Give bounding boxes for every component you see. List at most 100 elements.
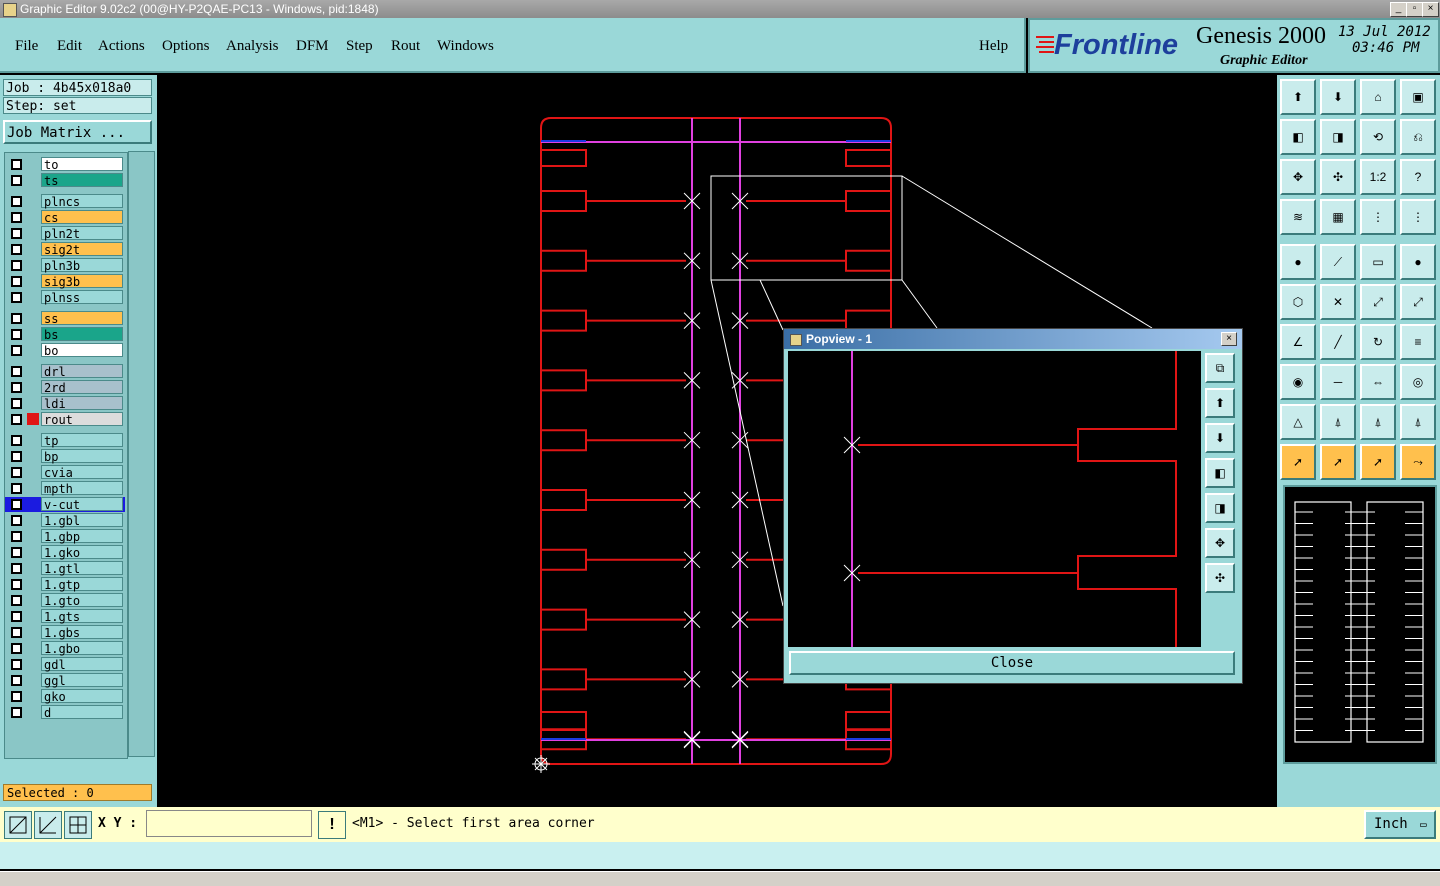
layer-name[interactable]: plnss [41, 290, 123, 305]
layer-checkbox[interactable] [11, 366, 22, 377]
overview-map[interactable] [1283, 485, 1437, 764]
warning-icon[interactable]: ! [318, 811, 346, 839]
layer-checkbox[interactable] [11, 260, 22, 271]
maximize-button[interactable]: ▫ [1406, 2, 1423, 17]
layer-name[interactable]: d [41, 705, 123, 720]
layer-name[interactable]: gdl [41, 657, 123, 672]
layer-row[interactable]: ldi [5, 396, 125, 411]
layer-list-scrollbar[interactable] [128, 151, 155, 757]
tool-button-0-1-icon[interactable]: ⬇ [1320, 79, 1356, 115]
menu-file[interactable]: File [15, 38, 38, 55]
close-window-button[interactable]: × [1422, 2, 1439, 17]
layer-name[interactable]: 1.gts [41, 609, 123, 624]
layer-checkbox[interactable] [11, 499, 22, 510]
layer-name[interactable]: ldi [41, 396, 123, 411]
tool-button-8-0-icon[interactable]: △ [1280, 404, 1316, 440]
layer-row[interactable]: 2rd [5, 380, 125, 395]
layer-name[interactable]: plncs [41, 194, 123, 209]
layer-row[interactable]: cs [5, 210, 125, 225]
layer-checkbox[interactable] [11, 345, 22, 356]
layer-checkbox[interactable] [11, 579, 22, 590]
layer-name[interactable]: 1.gko [41, 545, 123, 560]
layer-checkbox[interactable] [11, 244, 22, 255]
menu-edit[interactable]: Edit [57, 38, 82, 55]
tool-button-2-3-icon[interactable]: ? [1400, 159, 1436, 195]
layer-checkbox[interactable] [11, 228, 22, 239]
layer-checkbox[interactable] [11, 435, 22, 446]
tool-button-1-2-icon[interactable]: ⟲ [1360, 119, 1396, 155]
popview-tool-2-icon[interactable]: ⬇ [1205, 423, 1235, 453]
tool-button-7-3-icon[interactable]: ◎ [1400, 364, 1436, 400]
layer-checkbox[interactable] [11, 547, 22, 558]
tool-button-7-2-icon[interactable]: ⇔ [1360, 364, 1396, 400]
layer-checkbox[interactable] [11, 611, 22, 622]
layer-name[interactable]: gko [41, 689, 123, 704]
layer-name[interactable]: bo [41, 343, 123, 358]
layer-name[interactable]: rout [41, 412, 123, 427]
tool-button-1-1-icon[interactable]: ◨ [1320, 119, 1356, 155]
tool-button-8-2-icon[interactable]: ⍋ [1360, 404, 1396, 440]
tool-button-4-2-icon[interactable]: ▭ [1360, 244, 1396, 280]
menu-dfm[interactable]: DFM [296, 38, 329, 55]
layer-checkbox[interactable] [11, 212, 22, 223]
layer-row[interactable]: bo [5, 343, 125, 358]
tool-button-5-1-icon[interactable]: ✕ [1320, 284, 1356, 320]
tool-button-0-2-icon[interactable]: ⌂ [1360, 79, 1396, 115]
tool-button-6-1-icon[interactable]: ╱ [1320, 324, 1356, 360]
layer-name[interactable]: 1.gbo [41, 641, 123, 656]
layer-checkbox[interactable] [11, 292, 22, 303]
tool-button-9-3-icon[interactable]: ⤳ [1400, 444, 1436, 480]
layer-row[interactable]: ts [5, 173, 125, 188]
tool-button-1-3-icon[interactable]: ⎌ [1400, 119, 1436, 155]
layer-row[interactable]: gko [5, 689, 125, 704]
layer-name[interactable]: cs [41, 210, 123, 225]
tool-button-6-3-icon[interactable]: ≡ [1400, 324, 1436, 360]
layer-name[interactable]: v-cut [41, 497, 123, 512]
layer-name[interactable]: bp [41, 449, 123, 464]
layer-checkbox[interactable] [11, 627, 22, 638]
tool-button-6-2-icon[interactable]: ↻ [1360, 324, 1396, 360]
layer-name[interactable]: 1.gto [41, 593, 123, 608]
layer-name[interactable]: 1.gtp [41, 577, 123, 592]
tool-button-3-0-icon[interactable]: ≋ [1280, 199, 1316, 235]
layer-row[interactable]: cvia [5, 465, 125, 480]
layer-name[interactable]: ts [41, 173, 123, 188]
layer-checkbox[interactable] [11, 531, 22, 542]
layer-row[interactable]: drl [5, 364, 125, 379]
layer-name[interactable]: 1.gbp [41, 529, 123, 544]
tool-button-0-3-icon[interactable]: ▣ [1400, 79, 1436, 115]
layer-checkbox[interactable] [11, 313, 22, 324]
layer-row[interactable]: bp [5, 449, 125, 464]
minimize-button[interactable]: _ [1390, 2, 1407, 17]
layer-name[interactable]: 1.gbl [41, 513, 123, 528]
layer-row[interactable]: mpth [5, 481, 125, 496]
layer-row[interactable]: sig3b [5, 274, 125, 289]
popview-canvas[interactable] [788, 351, 1201, 647]
tool-button-3-3-icon[interactable]: ⋮ [1400, 199, 1436, 235]
layer-name[interactable]: drl [41, 364, 123, 379]
layer-row[interactable]: pln3b [5, 258, 125, 273]
layer-checkbox[interactable] [11, 329, 22, 340]
grid-snap-icon[interactable] [64, 811, 92, 839]
tool-button-8-3-icon[interactable]: ⍋ [1400, 404, 1436, 440]
layer-row[interactable]: 1.gko [5, 545, 125, 560]
menu-analysis[interactable]: Analysis [226, 38, 279, 55]
layer-checkbox[interactable] [11, 563, 22, 574]
layer-checkbox[interactable] [11, 196, 22, 207]
units-select[interactable]: Inch ▭ [1364, 810, 1436, 839]
layer-row[interactable]: 1.gbs [5, 625, 125, 640]
layer-checkbox[interactable] [11, 175, 22, 186]
measure-icon[interactable] [34, 811, 62, 839]
layer-name[interactable]: ss [41, 311, 123, 326]
tool-button-9-2-icon[interactable]: ➚ [1360, 444, 1396, 480]
tool-button-0-0-icon[interactable]: ⬆ [1280, 79, 1316, 115]
layer-checkbox[interactable] [11, 398, 22, 409]
layer-name[interactable]: to [41, 157, 123, 172]
layer-row[interactable]: 1.gts [5, 609, 125, 624]
layer-checkbox[interactable] [11, 451, 22, 462]
layer-checkbox[interactable] [11, 643, 22, 654]
popview-tool-4-icon[interactable]: ◨ [1205, 493, 1235, 523]
layer-name[interactable]: sig2t [41, 242, 123, 257]
layer-row[interactable]: d [5, 705, 125, 720]
layer-row[interactable]: plncs [5, 194, 125, 209]
